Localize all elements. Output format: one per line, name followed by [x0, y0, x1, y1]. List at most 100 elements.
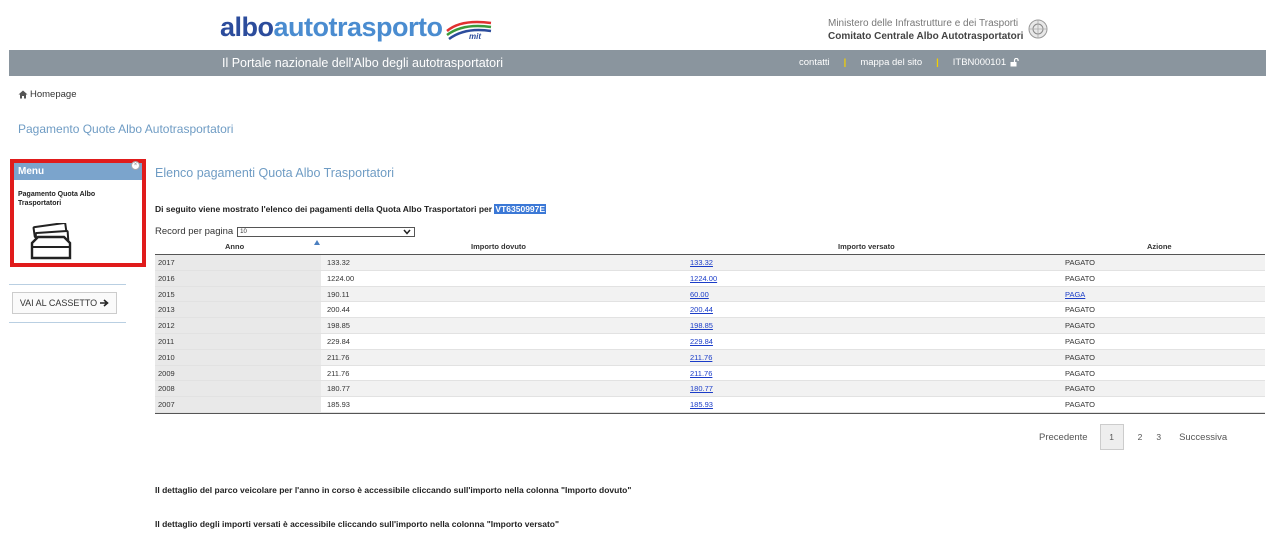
- note-importo-versato: Il dettaglio degli importi versati è acc…: [155, 519, 560, 529]
- cell-anno: 2008: [155, 381, 321, 397]
- truck-logo-icon: mit: [445, 20, 491, 41]
- table-row: 2011 229.84 229.84 PAGATO: [155, 333, 1265, 350]
- pagination: Precedente 1 2 3 Successiva: [1039, 424, 1227, 450]
- header-importo-dovuto[interactable]: Importo dovuto: [471, 242, 526, 251]
- sidebar-divider: [9, 322, 126, 323]
- portal-title: Il Portale nazionale dell'Albo degli aut…: [222, 56, 504, 70]
- sort-asc-icon[interactable]: [314, 240, 320, 245]
- cell-anno: 2009: [155, 365, 321, 381]
- sidebar-menu: Menu Pagamento Quota Albo Trasportatori: [10, 159, 146, 267]
- mappa-del-sito-link[interactable]: mappa del sito: [860, 57, 922, 68]
- cell-importo-dovuto[interactable]: 198.85: [327, 318, 350, 333]
- page: albo autotrasporto mit Ministero delle I…: [0, 0, 1266, 534]
- separator: |: [843, 57, 847, 68]
- page-title: Pagamento Quote Albo Autotrasportatori: [18, 122, 234, 136]
- site-logo[interactable]: albo autotrasporto mit: [220, 12, 493, 43]
- cell-azione: PAGATO: [1065, 305, 1096, 315]
- cell-azione: PAGATO: [1065, 258, 1096, 267]
- cell-importo-versato-link[interactable]: 180.77: [690, 381, 713, 396]
- separator: |: [936, 57, 939, 68]
- pagination-prev[interactable]: Precedente: [1039, 432, 1088, 443]
- cell-azione: PAGATO: [1065, 384, 1096, 394]
- cell-importo-dovuto[interactable]: 1224.00: [327, 271, 354, 286]
- ministry-line-1: Ministero delle Infrastrutture e dei Tra…: [828, 18, 1019, 29]
- pagination-page-current[interactable]: 1: [1099, 424, 1124, 450]
- cell-importo-versato-link[interactable]: 60.00: [690, 287, 709, 302]
- pagination-page-2[interactable]: 2: [1138, 432, 1143, 442]
- inbox-tray-icon[interactable]: [28, 223, 74, 261]
- cell-importo-dovuto[interactable]: 180.77: [327, 381, 350, 396]
- cell-importo-dovuto[interactable]: 211.76: [327, 350, 349, 365]
- records-per-page-label: Record per pagina: [155, 226, 234, 237]
- intro-text: Di seguito viene mostrato l'elenco dei p…: [155, 204, 547, 214]
- cell-azione: PAGATO: [1065, 368, 1096, 378]
- unlock-icon[interactable]: [1010, 58, 1019, 67]
- note-importo-dovuto: Il dettaglio del parco veicolare per l'a…: [155, 485, 632, 495]
- table-row: 2007 185.93 185.93 PAGATO: [155, 397, 1265, 413]
- menu-item-pagamento-quota[interactable]: Pagamento Quota Albo Trasportatori: [14, 180, 142, 208]
- cell-importo-versato-link[interactable]: 211.76: [690, 350, 712, 365]
- cell-importo-dovuto[interactable]: 211.76: [327, 366, 349, 381]
- pagination-next[interactable]: Successiva: [1179, 432, 1227, 443]
- pagination-page-3[interactable]: 3: [1156, 432, 1161, 442]
- cell-importo-dovuto[interactable]: 185.93: [327, 397, 350, 412]
- user-code: ITBN000101: [952, 57, 1007, 68]
- menu-close-icon[interactable]: ×: [131, 161, 140, 170]
- records-per-page: Record per pagina 10: [155, 226, 416, 237]
- ministry-line-2: Comitato Centrale Albo Autotrasportatori: [828, 31, 1024, 42]
- cell-azione: PAGATO: [1065, 352, 1096, 362]
- table-row: 2012 198.85 198.85 PAGATO: [155, 318, 1265, 334]
- cell-importo-versato-link[interactable]: 200.44: [690, 302, 713, 317]
- table-row: 2016 1224.00 1224.00 PAGATO: [155, 270, 1265, 287]
- breadcrumb-home-link[interactable]: Homepage: [30, 89, 76, 100]
- sidebar-divider: [9, 284, 126, 285]
- chevron-down-icon: [403, 229, 411, 235]
- cell-anno: 2010: [155, 349, 321, 365]
- cell-importo-dovuto[interactable]: 229.84: [327, 334, 350, 349]
- top-links: contatti | mappa del sito | ITBN000101: [799, 57, 1019, 68]
- arrow-right-icon: [100, 299, 109, 307]
- cell-anno: 2016: [155, 270, 321, 286]
- cell-importo-dovuto[interactable]: 190.11: [327, 287, 349, 302]
- cell-importo-versato-link[interactable]: 133.32: [690, 255, 713, 270]
- table-row: 2009 211.76 211.76 PAGATO: [155, 365, 1265, 382]
- cell-importo-versato-link[interactable]: 229.84: [690, 334, 713, 349]
- cell-anno: 2013: [155, 302, 321, 318]
- paga-link[interactable]: PAGA: [1065, 287, 1085, 302]
- menu-header: Menu: [14, 163, 142, 180]
- logo-text-autotrasporto: autotrasporto: [273, 12, 444, 42]
- table-row: 2017 133.32 133.32 PAGATO: [155, 255, 1265, 271]
- records-per-page-value: 10: [240, 228, 247, 235]
- section-title: Elenco pagamenti Quota Albo Trasportator…: [155, 166, 395, 180]
- logo-text-albo: albo: [220, 12, 274, 42]
- cell-importo-versato-link[interactable]: 198.85: [690, 318, 713, 333]
- contatti-link[interactable]: contatti: [799, 57, 830, 68]
- header-importo-versato[interactable]: Importo versato: [838, 242, 895, 251]
- header-azione[interactable]: Azione: [1147, 242, 1172, 251]
- cell-importo-versato-link[interactable]: 211.76: [690, 366, 712, 381]
- cell-importo-versato-link[interactable]: 1224.00: [690, 271, 717, 286]
- cell-anno: 2015: [155, 286, 321, 302]
- header-anno[interactable]: Anno: [225, 242, 244, 251]
- cell-anno: 2007: [155, 397, 321, 412]
- cell-importo-dovuto[interactable]: 133.32: [327, 255, 350, 270]
- selected-code: VT6350997E: [494, 204, 547, 214]
- cell-azione: PAGATO: [1065, 336, 1096, 346]
- top-navigation-bar: Il Portale nazionale dell'Albo degli aut…: [9, 50, 1266, 76]
- intro-label: Di seguito viene mostrato l'elenco dei p…: [155, 204, 495, 214]
- cell-importo-versato-link[interactable]: 185.93: [690, 397, 713, 412]
- table-body: 2017 133.32 133.32 PAGATO 2016 1224.00 1224.0…: [155, 255, 1265, 413]
- table-row: 2013 200.44 200.44 PAGATO: [155, 302, 1265, 319]
- user-menu[interactable]: ITBN000101: [953, 57, 1019, 68]
- cell-anno: 2017: [155, 255, 321, 270]
- cell-anno: 2012: [155, 318, 321, 333]
- breadcrumb: Homepage: [18, 89, 76, 100]
- records-per-page-select[interactable]: 10: [237, 226, 416, 237]
- vai-al-cassetto-button[interactable]: VAI AL CASSETTO: [12, 292, 117, 314]
- cell-azione: PAGATO: [1065, 273, 1096, 283]
- payments-table: Anno Importo dovuto Importo versato Azio…: [155, 240, 1265, 414]
- ministry-seal-icon: [1028, 19, 1048, 39]
- cell-importo-dovuto[interactable]: 200.44: [327, 302, 350, 317]
- table-bottom-border: [155, 412, 1265, 414]
- ministry-info: Ministero delle Infrastrutture e dei Tra…: [828, 17, 1023, 43]
